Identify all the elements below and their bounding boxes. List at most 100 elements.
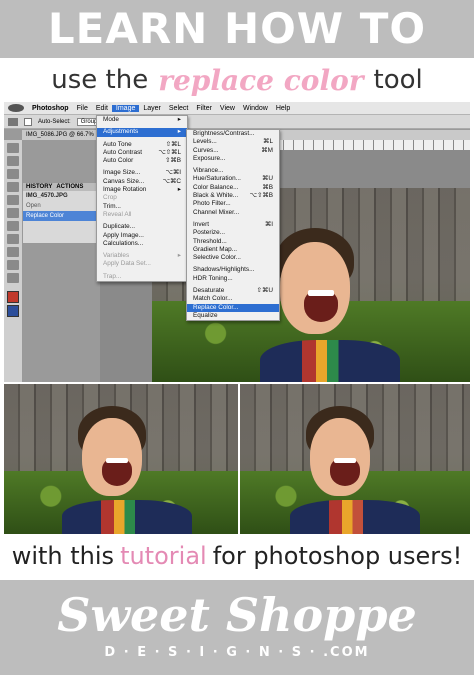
menu-item-label: Auto Tone [103, 140, 132, 148]
menu-item-shortcut: ⇧⌘B [164, 157, 181, 165]
tools-panel [4, 140, 23, 382]
menu-item-canvas-size[interactable]: Canvas Size... ⌥⌘C [97, 178, 187, 186]
menu-item-label: Auto Contrast [103, 148, 143, 156]
menu-item-hdr-toning[interactable]: HDR Toning... [187, 275, 279, 283]
menu-item-crop: Crop [97, 194, 187, 202]
menu-item-variables: Variables ▸ [97, 252, 187, 260]
menu-item-channel-mixer[interactable]: Channel Mixer... [187, 209, 279, 217]
menu-item-label: Levels... [193, 138, 217, 146]
actions-tab[interactable]: ACTIONS [56, 184, 83, 190]
brand-logo: Sweet Shoppe [57, 588, 417, 642]
menu-item-trim[interactable]: Trim... [97, 203, 187, 211]
menu-item-auto-tone[interactable]: Auto Tone ⇧⌘L [97, 141, 187, 149]
menu-item-shadows-highlights[interactable]: Shadows/Highlights... [187, 266, 279, 274]
menu-item-adjustments[interactable]: Adjustments ▸ [97, 128, 187, 137]
brush-tool-icon[interactable] [7, 182, 19, 192]
menu-item-label: Crop [103, 194, 117, 202]
subtitle-before: use the [51, 65, 149, 95]
menu-item-trap: Trap... [97, 273, 187, 281]
menu-item-label: Trim... [103, 202, 121, 210]
menu-item-exposure[interactable]: Exposure... [187, 155, 279, 163]
menu-item-label: Exposure... [193, 154, 226, 162]
background-color-swatch[interactable] [7, 305, 19, 317]
menu-item-auto-color[interactable]: Auto Color ⇧⌘B [97, 157, 187, 165]
eraser-tool-icon[interactable] [7, 208, 19, 218]
menu-item-photo-filter[interactable]: Photo Filter... [187, 200, 279, 208]
menu-item-apply-image[interactable]: Apply Image... [97, 232, 187, 240]
menu-item-desaturate[interactable]: Desaturate ⇧⌘U [187, 287, 279, 295]
menu-item-shortcut: ⌘B [262, 183, 273, 191]
menu-item-label: Threshold... [193, 237, 227, 245]
menu-file[interactable]: File [73, 105, 92, 112]
marquee-tool-icon[interactable] [7, 143, 19, 153]
move-tool-icon[interactable] [8, 117, 18, 126]
pen-tool-icon[interactable] [7, 234, 19, 244]
auto-select-label: Auto-Select: [38, 118, 71, 125]
history-step-replace-color[interactable]: Replace Color [23, 211, 101, 221]
menu-photoshop[interactable]: Photoshop [28, 105, 73, 112]
menu-select[interactable]: Select [165, 105, 192, 112]
menu-item-label: Auto Color [103, 157, 134, 165]
history-panel: HISTORY ACTIONS IMG_4570.JPG Open Replac… [22, 182, 102, 244]
menu-item-posterize[interactable]: Posterize... [187, 229, 279, 237]
menu-item-image-size[interactable]: Image Size... ⌥⌘I [97, 169, 187, 177]
menu-item-auto-contrast[interactable]: Auto Contrast ⌥⇧⌘L [97, 149, 187, 157]
menu-item-threshold[interactable]: Threshold... [187, 238, 279, 246]
menu-image[interactable]: Image [111, 104, 140, 112]
gradient-tool-icon[interactable] [7, 221, 19, 231]
menu-item-black-white[interactable]: Black & White... ⌥⇧⌘B [187, 192, 279, 200]
menu-item-label: HDR Toning... [193, 274, 233, 282]
menu-edit[interactable]: Edit [92, 105, 112, 112]
menu-item-label: Gradient Map... [193, 245, 238, 253]
stamp-tool-icon[interactable] [7, 195, 19, 205]
top-banner: LEARN HOW TO [0, 0, 474, 58]
menu-filter[interactable]: Filter [192, 105, 216, 112]
hand-tool-icon[interactable] [7, 260, 19, 270]
lasso-tool-icon[interactable] [7, 156, 19, 166]
menu-item-brightness-contrast[interactable]: Brightness/Contrast... [187, 130, 279, 138]
menu-item-reveal-all: Reveal All [97, 211, 187, 219]
menu-item-label: Black & White... [193, 192, 239, 200]
auto-select-checkbox[interactable] [24, 117, 32, 126]
apple-icon[interactable] [8, 104, 24, 112]
menu-bar: Photoshop File Edit Image Layer Select F… [4, 102, 470, 115]
menu-item-shortcut: ⌥⇧⌘B [249, 192, 273, 200]
zoom-tool-icon[interactable] [7, 273, 19, 283]
menu-item-levels[interactable]: Levels... ⌘L [187, 138, 279, 146]
menu-view[interactable]: View [216, 105, 239, 112]
history-tab[interactable]: HISTORY [26, 184, 52, 190]
menu-item-selective-color[interactable]: Selective Color... [187, 254, 279, 262]
menu-item-gradient-map[interactable]: Gradient Map... [187, 246, 279, 254]
menu-item-equalize[interactable]: Equalize [187, 312, 279, 320]
history-step-open[interactable]: Open [23, 201, 101, 211]
after-photo [240, 384, 470, 534]
subtitle: use the replace color tool [0, 60, 474, 100]
menu-item-image-rotation[interactable]: Image Rotation ▸ [97, 186, 187, 194]
menu-item-label: Curves... [193, 146, 219, 154]
crop-tool-icon[interactable] [7, 169, 19, 179]
menu-item-color-balance[interactable]: Color Balance... ⌘B [187, 184, 279, 192]
menu-item-curves[interactable]: Curves... ⌘M [187, 147, 279, 155]
menu-help[interactable]: Help [272, 105, 294, 112]
menu-item-label: Trap... [103, 272, 122, 280]
menu-item-vibrance[interactable]: Vibrance... [187, 167, 279, 175]
menu-item-mode[interactable]: Mode ▸ [97, 116, 187, 124]
menu-item-shortcut: ⌘U [261, 175, 273, 183]
type-tool-icon[interactable] [7, 247, 19, 257]
menu-item-invert[interactable]: Invert ⌘I [187, 221, 279, 229]
menu-layer[interactable]: Layer [139, 105, 165, 112]
menu-item-match-color[interactable]: Match Color... [187, 295, 279, 303]
menu-item-label: Hue/Saturation... [193, 175, 241, 183]
history-snapshot[interactable]: IMG_4570.JPG [23, 191, 101, 201]
foreground-color-swatch[interactable] [7, 291, 19, 303]
menu-item-calculations[interactable]: Calculations... [97, 240, 187, 248]
menu-item-replace-color[interactable]: Replace Color... [187, 303, 279, 312]
menu-item-hue-saturation[interactable]: Hue/Saturation... ⌘U [187, 175, 279, 183]
menu-item-shortcut: ⌘I [264, 220, 273, 228]
image-menu: Mode ▸ Adjustments ▸ Auto Tone ⇧⌘L Auto Contra… [96, 115, 188, 283]
menu-item-label: Brightness/Contrast... [193, 130, 255, 137]
document-tab[interactable]: IMG_5086.JPG @ 66.7% [26, 132, 94, 138]
photoshop-screenshot: Photoshop File Edit Image Layer Select F… [4, 102, 470, 382]
menu-item-duplicate[interactable]: Duplicate... [97, 223, 187, 231]
menu-window[interactable]: Window [239, 105, 272, 112]
